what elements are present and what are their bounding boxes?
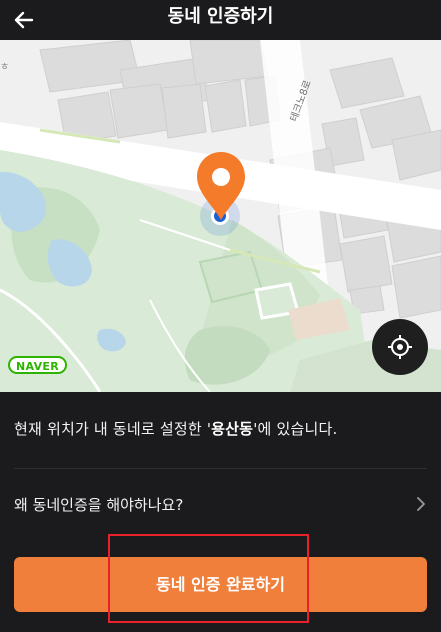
app-header: 동네 인증하기: [0, 0, 441, 40]
location-status-message: 현재 위치가 내 동네로 설정한 '용산동'에 있습니다.: [14, 418, 434, 439]
map-edge-text: ㅎ: [0, 62, 10, 73]
divider: [14, 468, 427, 469]
why-verify-row[interactable]: 왜 동네인증을 해야하나요?: [0, 470, 441, 540]
map-view[interactable]: ㅎ 테크노8로 NAVER: [0, 40, 441, 392]
chevron-right-icon: [417, 497, 425, 511]
location-message-suffix: '에 있습니다.: [253, 420, 338, 438]
location-message-prefix: 현재 위치가 내 동네로 설정한 ': [14, 420, 212, 438]
naver-logo: NAVER: [8, 356, 67, 374]
locate-me-button[interactable]: [372, 319, 428, 375]
location-name: 용산동: [211, 420, 254, 438]
page-title: 동네 인증하기: [167, 6, 274, 27]
why-verify-label: 왜 동네인증을 해야하나요?: [14, 496, 184, 514]
crosshair-icon: [388, 335, 412, 359]
complete-verification-button[interactable]: 동네 인증 완료하기: [14, 557, 427, 612]
